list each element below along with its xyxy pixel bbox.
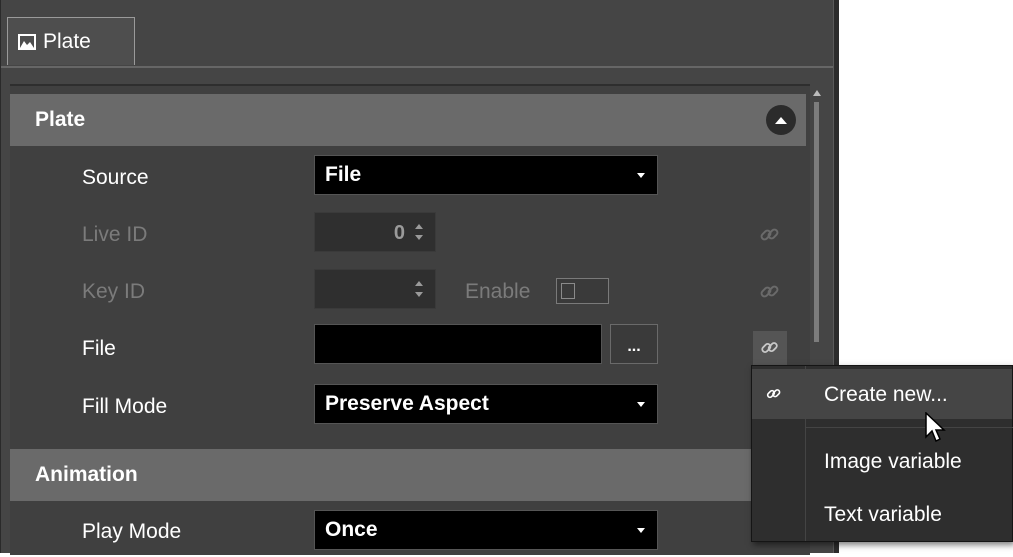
menu-separator [805,427,1013,428]
tab-bar: Plate [1,0,834,68]
file-path-field[interactable] [314,324,602,364]
play-mode-label: Play Mode [82,520,182,543]
properties-panel: Plate Plate Source File Live ID 0 Key ID… [0,0,834,555]
fill-mode-label: Fill Mode [82,395,168,418]
section-title: Animation [35,463,138,486]
stepper-down-icon[interactable] [415,235,423,240]
chevron-up-icon [775,116,787,124]
stepper-up-icon[interactable] [415,281,423,286]
tab-label: Plate [43,29,91,53]
section-header-animation[interactable]: Animation [10,449,806,501]
play-mode-value: Once [325,518,378,541]
source-value: File [325,163,362,186]
source-dropdown[interactable]: File [314,155,658,195]
collapse-button[interactable] [766,105,796,135]
link-button-active[interactable] [753,331,787,365]
key-id-label: Key ID [82,280,146,303]
row-file: File ... [10,324,806,374]
live-id-value: 0 [393,222,405,244]
scroll-thumb[interactable] [814,102,819,342]
play-mode-dropdown[interactable]: Once [314,510,658,550]
toggle-knob [561,283,575,299]
properties-content: Plate Source File Live ID 0 Key ID Enabl… [10,84,810,555]
menu-item-create-new[interactable]: Create new... [752,369,1012,419]
link-icon[interactable] [758,223,782,247]
source-label: Source [82,166,149,189]
tab-plate[interactable]: Plate [7,17,135,65]
fill-mode-dropdown[interactable]: Preserve Aspect [314,384,658,424]
menu-item-image-variable[interactable]: Image variable [752,436,1012,486]
section-title: Plate [35,108,86,131]
stepper-up-icon[interactable] [415,224,423,229]
dropdown-arrow-icon [637,173,645,178]
section-header-plate[interactable]: Plate [10,94,806,146]
row-play-mode: Play Mode Once [10,507,806,557]
mouse-cursor-icon [925,412,946,443]
enable-toggle[interactable] [556,278,609,304]
menu-item-text-variable[interactable]: Text variable [752,489,1012,539]
link-icon[interactable] [758,280,782,304]
dropdown-arrow-icon [637,402,645,407]
link-icon [761,342,778,353]
row-fill-mode: Fill Mode Preserve Aspect [10,382,806,432]
scroll-up-icon[interactable] [813,90,821,96]
browse-button[interactable]: ... [610,324,658,364]
row-source: Source File [10,153,806,203]
link-context-menu: Create new... Image variable Text variab… [751,365,1013,542]
key-id-stepper[interactable] [314,269,436,309]
link-icon [766,389,781,399]
fill-mode-value: Preserve Aspect [325,392,489,415]
live-id-label: Live ID [82,223,148,246]
row-key-id: Key ID Enable [10,267,806,317]
dropdown-arrow-icon [637,528,645,533]
enable-label: Enable [465,280,531,303]
menu-item-label: Text variable [824,503,942,526]
live-id-stepper[interactable]: 0 [314,212,436,252]
image-icon [18,33,36,50]
file-label: File [82,337,116,360]
row-live-id: Live ID 0 [10,210,806,260]
stepper-down-icon[interactable] [415,292,423,297]
